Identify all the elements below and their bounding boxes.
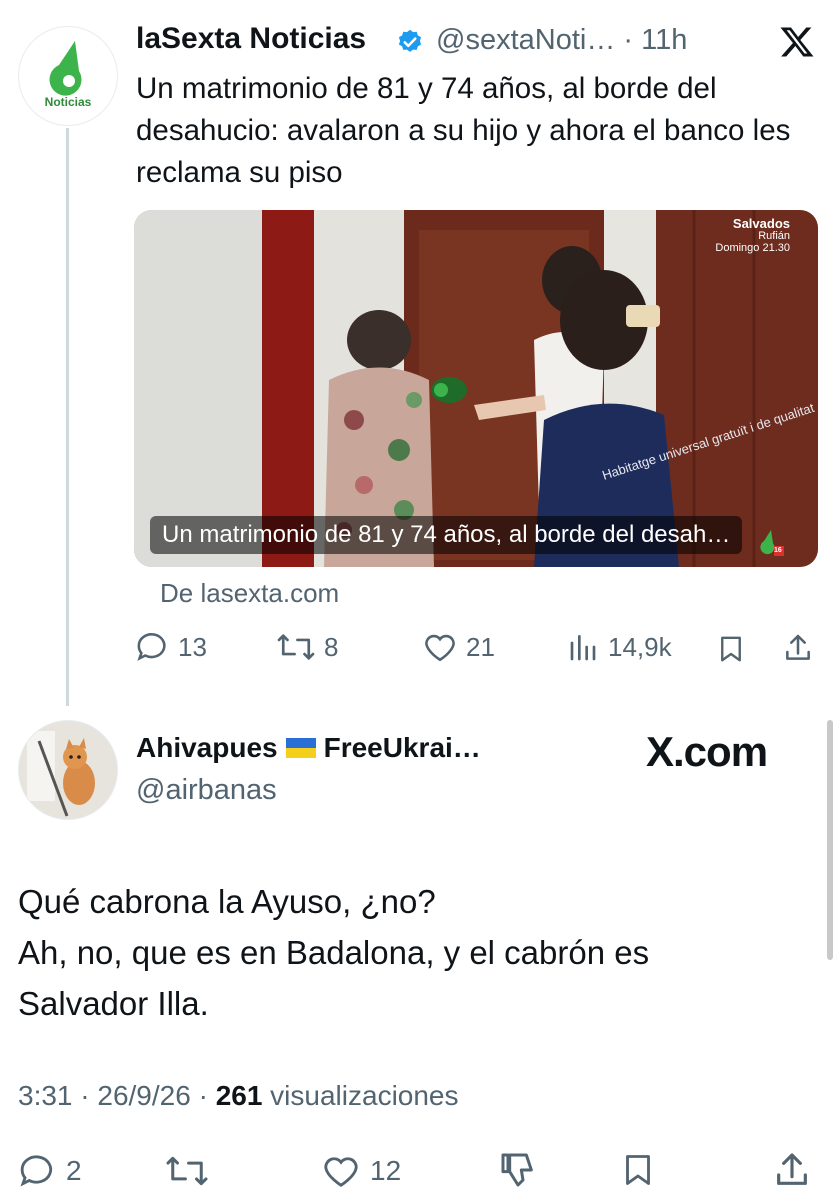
quoted-media-video[interactable]: Habitatge universal gratuït i de qualita… — [134, 210, 818, 567]
video-scene-image: Habitatge universal gratuït i de qualita… — [134, 210, 818, 567]
lasexta-logo-icon — [49, 41, 82, 96]
post-author-suffix[interactable]: FreeUkrai… — [324, 732, 481, 764]
quoted-tweet-text: Un matrimonio de 81 y 74 años, al borde … — [136, 72, 791, 189]
reply-icon — [20, 1155, 53, 1187]
post-like-button[interactable]: 12 — [320, 1152, 401, 1190]
cat-avatar-image — [19, 721, 117, 819]
thread-line — [66, 128, 69, 706]
post-reply-button[interactable]: 2 — [18, 1152, 82, 1190]
quoted-reply-button[interactable]: 13 — [136, 630, 207, 664]
quoted-author-name[interactable]: laSexta Noticias — [136, 22, 366, 56]
quoted-like-count: 21 — [466, 631, 495, 662]
show-time: Domingo 21.30 — [715, 242, 790, 254]
post-meta: 3:31 · 26/9/26 · 261 visualizaciones — [18, 1080, 459, 1112]
quoted-retweet-button[interactable]: 8 — [276, 630, 338, 664]
lasexta-avatar[interactable]: Noticias — [18, 26, 118, 126]
quoted-time[interactable]: · 11h — [623, 24, 687, 56]
quoted-views-button[interactable]: 14,9k — [568, 630, 672, 664]
share-icon[interactable] — [782, 630, 814, 666]
show-sub: Rufián — [758, 230, 790, 242]
avatar-text: Noticias — [44, 95, 92, 109]
post-text-line: Qué cabrona la Ayuso, ¿no? — [18, 883, 436, 920]
dislike-icon[interactable] — [498, 1150, 538, 1190]
link-source[interactable]: De lasexta.com — [160, 578, 339, 609]
post-views-label: visualizaciones — [262, 1080, 459, 1111]
ukraine-flag-icon — [285, 738, 316, 758]
show-overlay: Salvados Rufián Domingo 21.30 — [715, 216, 790, 254]
quoted-like-button[interactable]: 21 — [422, 630, 495, 664]
quoted-handle[interactable]: @sextaNoti… — [436, 24, 615, 56]
retweet-icon[interactable] — [162, 1152, 212, 1190]
post-text-line: Salvador Illa. — [18, 985, 209, 1022]
airbanas-avatar[interactable] — [18, 720, 118, 820]
heart-icon — [324, 1157, 358, 1187]
post-reply-count: 2 — [66, 1155, 82, 1186]
corner-logo-text: 16 — [774, 547, 782, 554]
post-text-line: Ah, no, que es en Badalona, y el cabrón … — [18, 934, 650, 971]
video-caption: Un matrimonio de 81 y 74 años, al borde … — [150, 516, 743, 554]
post-views-count: 261 — [215, 1080, 263, 1111]
post-timestamp[interactable]: 3:31 · 26/9/26 · — [18, 1080, 216, 1111]
post-author[interactable]: Ahivapues FreeUkrai… — [136, 732, 481, 764]
reply-icon — [137, 633, 166, 661]
quoted-reply-count: 13 — [178, 631, 207, 662]
show-name: Salvados — [732, 216, 790, 231]
x-logo-icon[interactable] — [778, 24, 816, 60]
views-chart-icon — [570, 635, 596, 661]
share-icon[interactable] — [772, 1150, 812, 1190]
post-like-count: 12 — [370, 1155, 402, 1186]
x-com-watermark: X.com — [646, 728, 768, 775]
post-text: Qué cabrona la Ayuso, ¿no? Ah, no, que e… — [18, 876, 818, 1029]
quoted-views-count: 14,9k — [608, 631, 672, 662]
verified-badge-icon — [398, 29, 422, 52]
bookmark-icon[interactable] — [620, 1150, 656, 1190]
scrollbar[interactable] — [827, 720, 833, 960]
heart-icon — [425, 634, 455, 662]
bookmark-icon[interactable] — [716, 632, 746, 666]
post-author-name[interactable]: Ahivapues — [136, 732, 278, 764]
post-author-handle[interactable]: @airbanas — [136, 774, 277, 807]
retweet-icon — [277, 634, 315, 660]
quoted-retweet-count: 8 — [324, 631, 339, 662]
quoted-author-meta: @sextaNoti… · 11h — [436, 24, 687, 57]
lasexta-corner-logo-icon: 16 — [754, 528, 784, 558]
